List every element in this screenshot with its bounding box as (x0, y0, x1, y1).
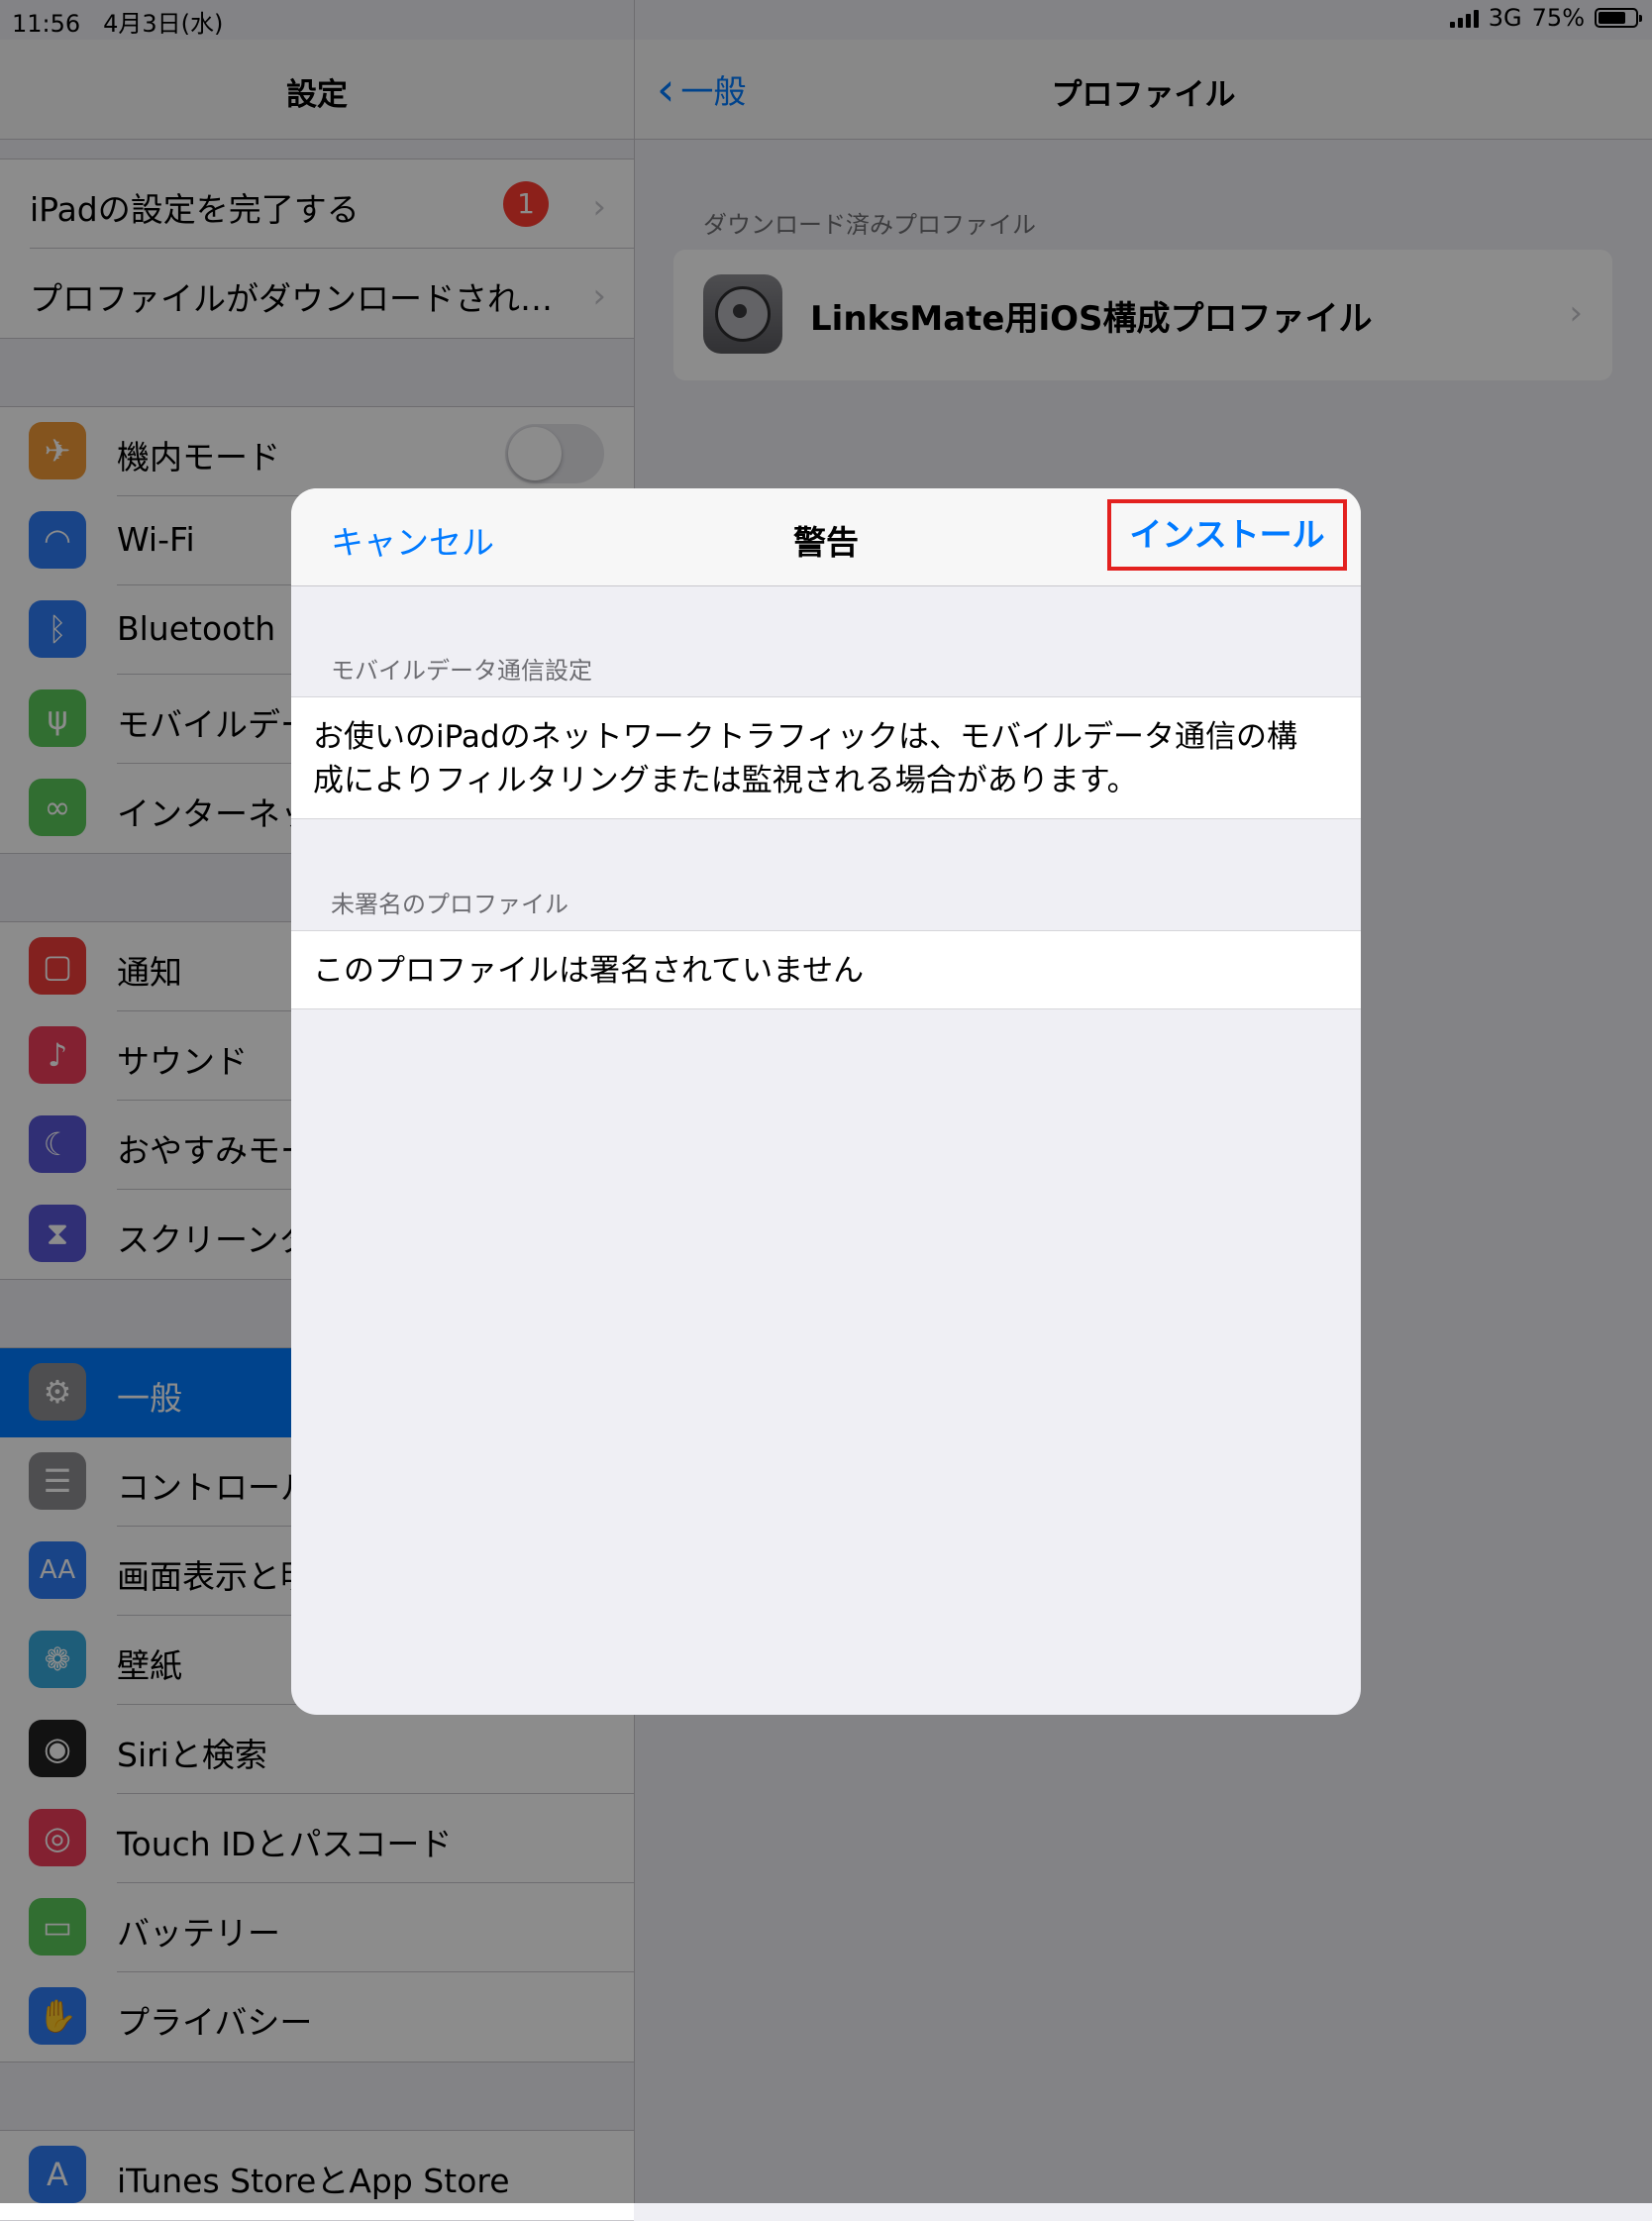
warning-text: お使いのiPadのネットワークトラフィックは、モバイルデータ通信の構成によりフィ… (313, 719, 1297, 798)
warning-modal: キャンセル 警告 インストール モバイルデータ通信設定 お使いのiPadのネット… (291, 488, 1361, 1715)
install-button[interactable]: インストール (1107, 499, 1347, 571)
section-header: モバイルデータ通信設定 (331, 657, 592, 685)
modal-navbar: キャンセル 警告 インストール (291, 488, 1361, 586)
section-header: 未署名のプロファイル (331, 891, 568, 918)
mobile-data-warning: お使いのiPadのネットワークトラフィックは、モバイルデータ通信の構成によりフィ… (291, 696, 1361, 819)
unsigned-profile-warning: このプロファイルは署名されていません (291, 930, 1361, 1009)
warning-text: このプロファイルは署名されていません (313, 953, 865, 989)
